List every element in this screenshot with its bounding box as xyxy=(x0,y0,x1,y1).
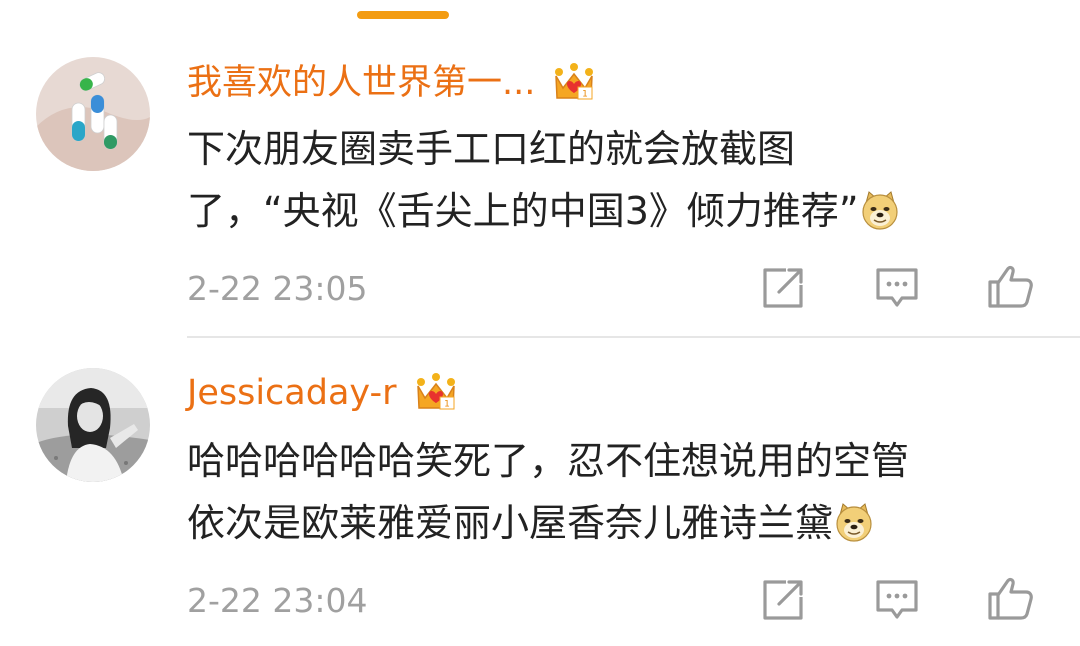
comment-item: 我喜欢的人世界第一... 下次朋友圈卖手工口红的就会放截图 了，“央视《舌尖上的… xyxy=(0,0,1080,336)
username-row: Jessicaday-r xyxy=(187,368,459,418)
username-link[interactable]: 我喜欢的人世界第一... xyxy=(187,58,535,108)
comment-item: Jessicaday-r 哈哈哈哈哈哈笑死了，忍不住想说用的空管 依次是欧莱雅爱… xyxy=(0,338,1080,646)
thumbs-up-icon[interactable] xyxy=(985,261,1035,311)
comment-text: 哈哈哈哈哈哈笑死了，忍不住想说用的空管 依次是欧莱雅爱丽小屋香奈儿雅诗兰黛 xyxy=(187,430,1047,554)
timestamp: 2-22 23:04 xyxy=(187,581,368,620)
username-row: 我喜欢的人世界第一... xyxy=(187,58,597,108)
comment-text-line: 依次是欧莱雅爱丽小屋香奈儿雅诗兰黛 xyxy=(187,501,834,545)
comment-text-line-with-emoji: 依次是欧莱雅爱丽小屋香奈儿雅诗兰黛 xyxy=(187,492,1047,554)
comment-text-line: 了，“央视《舌尖上的中国3》倾力推荐” xyxy=(187,189,859,233)
doge-emoji-icon xyxy=(833,501,875,543)
comment-text-line: 哈哈哈哈哈哈笑死了，忍不住想说用的空管 xyxy=(187,439,910,483)
repost-icon[interactable] xyxy=(758,575,808,625)
girl-avatar-image xyxy=(36,368,150,482)
comment-text: 下次朋友圈卖手工口红的就会放截图 了，“央视《舌尖上的中国3》倾力推荐” xyxy=(187,118,1047,242)
doge-emoji-icon xyxy=(859,189,901,231)
avatar[interactable] xyxy=(36,57,150,171)
crown-icon xyxy=(551,60,597,106)
username-link[interactable]: Jessicaday-r xyxy=(187,368,397,418)
avatar[interactable] xyxy=(36,368,150,482)
comment-text-line: 下次朋友圈卖手工口红的就会放截图 xyxy=(187,127,796,171)
thumbs-up-icon[interactable] xyxy=(985,573,1035,623)
pills-avatar-image xyxy=(36,57,150,171)
timestamp: 2-22 23:05 xyxy=(187,269,368,308)
comment-text-line-with-emoji: 了，“央视《舌尖上的中国3》倾力推荐” xyxy=(187,180,1047,242)
comment-icon[interactable] xyxy=(872,575,922,625)
repost-icon[interactable] xyxy=(758,263,808,313)
crown-icon xyxy=(413,370,459,416)
comment-icon[interactable] xyxy=(872,263,922,313)
